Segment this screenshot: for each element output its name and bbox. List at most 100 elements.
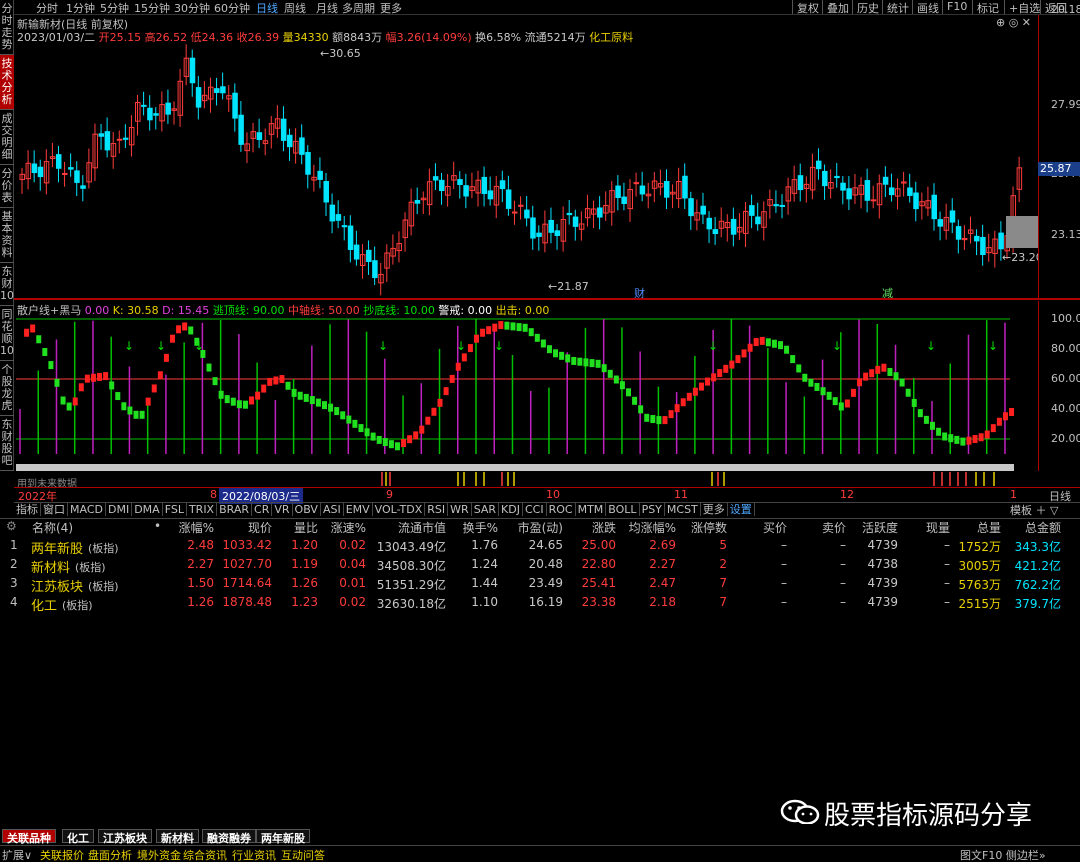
table-row[interactable]: 1 两年新股 (板指) 2.48 1033.42 1.20 0.02 13043.49亿 1.7… <box>0 538 1080 557</box>
left-tab-6[interactable]: 同花顺10 <box>0 306 14 361</box>
left-tab-2[interactable]: 成交明细 <box>0 110 14 165</box>
period-4[interactable]: 30分钟 <box>174 0 210 16</box>
bottom-tab-1[interactable]: 化工 <box>62 829 94 845</box>
ind-tab-16[interactable]: SAR <box>472 503 500 516</box>
period-3[interactable]: 15分钟 <box>134 0 170 16</box>
toolbar-button-6[interactable]: 标记 <box>972 0 1003 15</box>
ind-tab-6[interactable]: TRIX <box>187 503 218 516</box>
template-controls[interactable]: 模板 ＋ ▽ <box>1010 502 1058 518</box>
gear-icon[interactable]: ⚙ <box>6 519 17 533</box>
row-name[interactable]: 新材料 <box>31 557 70 576</box>
status-item-5[interactable]: 行业资讯 <box>232 847 276 862</box>
ind-tab-5[interactable]: FSL <box>163 503 187 516</box>
status-item-2[interactable]: 盘面分析 <box>88 847 132 862</box>
col-header-11[interactable]: 涨停数 <box>691 519 727 536</box>
ind-tab-8[interactable]: CR <box>252 503 273 516</box>
left-tab-1[interactable]: 技术分析 <box>0 55 14 110</box>
col-header-8[interactable]: 市盈(动) <box>518 519 563 536</box>
period-7[interactable]: 周线 <box>284 0 306 16</box>
col-header-4[interactable]: 量比 <box>294 519 318 536</box>
ind-tab-4[interactable]: DMA <box>132 503 163 516</box>
period-0[interactable]: 分时 <box>36 0 58 16</box>
ind-tab-7[interactable]: BRAR <box>217 503 253 516</box>
table-row[interactable]: 4 化工 (板指) 1.26 1878.48 1.23 0.02 32630.18亿 1.10 1… <box>0 595 1080 614</box>
toolbar-button-2[interactable]: 历史 <box>852 0 883 15</box>
period-5[interactable]: 60分钟 <box>214 0 250 16</box>
col-header-12[interactable]: 买价 <box>763 519 787 536</box>
ind-tab-1[interactable]: 窗口 <box>41 503 68 516</box>
ind-tab-9[interactable]: VR <box>272 503 293 516</box>
col-header-6[interactable]: 流通市值 <box>398 519 446 536</box>
table-row[interactable]: 2 新材料 (板指) 2.27 1027.70 1.19 0.04 34508.30亿 1.24… <box>0 557 1080 576</box>
ind-tab-21[interactable]: BOLL <box>606 503 640 516</box>
toolbar-button-5[interactable]: F10 <box>942 0 971 14</box>
ind-tab-11[interactable]: ASI <box>321 503 344 516</box>
indicator-chart[interactable]: ↓ ↓ ↓ ↓ ↓ ↓ ↓ ↓ ↓ ↓ <box>14 300 1038 488</box>
period-6[interactable]: 日线 <box>256 0 278 16</box>
status-item-4[interactable]: 综合资讯 <box>183 847 227 862</box>
ind-tab-19[interactable]: ROC <box>547 503 576 516</box>
ind-tab-10[interactable]: OBV <box>293 503 321 516</box>
ind-tab-0[interactable]: 指标 <box>14 503 41 516</box>
toolbar-button-1[interactable]: 叠加 <box>822 0 853 15</box>
col-header-3[interactable]: 现价 <box>248 519 272 536</box>
ind-tab-2[interactable]: MACD <box>68 503 106 516</box>
status-right[interactable]: 图文F10 侧边栏» <box>960 847 1046 862</box>
col-header-17[interactable]: 总金额 <box>1025 519 1061 536</box>
left-tab-3[interactable]: 分价表 <box>0 165 14 208</box>
toolbar-button-7[interactable]: +自选 <box>1004 0 1044 15</box>
period-2[interactable]: 5分钟 <box>100 0 129 16</box>
row-name[interactable]: 江苏板块 <box>31 576 83 595</box>
col-header-15[interactable]: 现量 <box>926 519 950 536</box>
toolbar-button-0[interactable]: 复权 <box>792 0 823 15</box>
left-tab-5[interactable]: 东财10 <box>0 263 14 306</box>
ind-tab-25[interactable]: 设置 <box>728 503 755 516</box>
indicator-block <box>291 388 297 397</box>
row-name[interactable]: 两年新股 <box>31 538 83 557</box>
period-10[interactable]: 更多 <box>380 0 402 16</box>
ind-tab-15[interactable]: WR <box>448 503 472 516</box>
ind-tab-17[interactable]: KDJ <box>499 503 523 516</box>
col-header-1[interactable]: • <box>154 519 161 533</box>
col-header-5[interactable]: 涨速% <box>331 519 366 536</box>
col-header-14[interactable]: 活跃度 <box>862 519 898 536</box>
ind-tab-14[interactable]: RSI <box>425 503 449 516</box>
period-9[interactable]: 多周期 <box>342 0 375 16</box>
left-tab-8[interactable]: 东财股吧 <box>0 416 14 471</box>
bottom-tab-0[interactable]: 关联品种 <box>2 829 56 845</box>
left-tab-7[interactable]: 个股龙虎 <box>0 361 14 416</box>
ind-tab-22[interactable]: PSY <box>640 503 665 516</box>
toolbar-button-4[interactable]: 画线 <box>912 0 943 15</box>
ind-tab-20[interactable]: MTM <box>576 503 607 516</box>
ind-tab-24[interactable]: 更多 <box>701 503 728 516</box>
bottom-tab-3[interactable]: 新材料 <box>156 829 199 845</box>
ind-tab-18[interactable]: CCI <box>523 503 547 516</box>
col-header-9[interactable]: 涨跌 <box>592 519 616 536</box>
left-tab-0[interactable]: 分时走势 <box>0 0 14 55</box>
period-8[interactable]: 月线 <box>316 0 338 16</box>
cell-ask: – <box>840 576 846 590</box>
left-tab-4[interactable]: 基本资料 <box>0 208 14 263</box>
ind-tab-3[interactable]: DMI <box>106 503 133 516</box>
toolbar-button-3[interactable]: 统计 <box>882 0 913 15</box>
ind-tab-13[interactable]: VOL-TDX <box>373 503 426 516</box>
col-header-13[interactable]: 卖价 <box>822 519 846 536</box>
ind-tab-23[interactable]: MCST <box>665 503 701 516</box>
status-item-3[interactable]: 境外资金 <box>137 847 181 862</box>
col-header-7[interactable]: 换手% <box>463 519 498 536</box>
period-1[interactable]: 1分钟 <box>66 0 95 16</box>
candlestick-chart[interactable]: ←30.65 ←21.87 ←23.20 财 减 <box>14 15 1038 298</box>
col-header-10[interactable]: 均涨幅% <box>629 519 676 536</box>
col-header-0[interactable]: 名称(4) <box>32 519 73 536</box>
status-item-0[interactable]: 扩展∨ <box>2 847 32 862</box>
row-name[interactable]: 化工 <box>31 595 57 614</box>
table-row[interactable]: 3 江苏板块 (板指) 1.50 1714.64 1.26 0.01 51351.29亿 1.4… <box>0 576 1080 595</box>
ind-tab-12[interactable]: EMV <box>344 503 373 516</box>
col-header-2[interactable]: 涨幅% <box>179 519 214 536</box>
status-item-1[interactable]: 关联报价 <box>40 847 84 862</box>
col-header-16[interactable]: 总量 <box>977 519 1001 536</box>
bottom-tab-4[interactable]: 融资融券 <box>202 829 256 845</box>
bottom-tab-5[interactable]: 两年新股 <box>256 829 310 845</box>
bottom-tab-2[interactable]: 江苏板块 <box>98 829 152 845</box>
status-item-6[interactable]: 互动问答 <box>281 847 325 862</box>
